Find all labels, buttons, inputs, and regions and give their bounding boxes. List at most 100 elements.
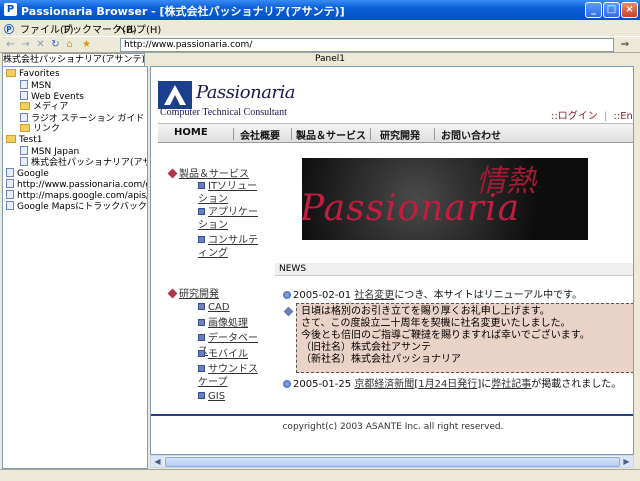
folder-icon (6, 135, 16, 143)
web-content: Passionaria Computer Technical Consultan… (150, 66, 634, 455)
page-icon (20, 113, 28, 122)
tab-sidebar[interactable]: 株式会社パッショナリア(アサンテ) (2, 53, 145, 66)
scroll-thumb[interactable] (165, 457, 620, 467)
square-bullet-icon (198, 236, 205, 243)
copyright-footer: copyright(c) 2003 ASANTE Inc. all right … (282, 422, 504, 432)
square-bullet-icon (198, 350, 205, 357)
address-bar[interactable]: http://www.passionaria.com/ (120, 38, 614, 52)
page-icon (6, 179, 14, 188)
nav-contact[interactable]: お問い合わせ (441, 127, 501, 142)
nav-separator (370, 128, 371, 140)
page-icon (20, 157, 28, 166)
tree-item-favorites[interactable]: Favorites (6, 69, 60, 80)
products-heading[interactable]: 製品＆サービス (167, 165, 249, 180)
scroll-right-icon[interactable]: ▶ (620, 456, 633, 467)
banner-english-text: Passionaria (302, 188, 521, 229)
logo-subtitle: Computer Technical Consultant (160, 107, 287, 118)
tree-item-test1[interactable]: Test1 (6, 135, 42, 146)
nav-separator (291, 128, 292, 140)
horizontal-scrollbar[interactable]: ◀ ▶ (150, 455, 634, 468)
login-link[interactable]: ::ログイン (551, 111, 598, 122)
notice-line: 今後とも倍旧のご指導ご鞭撻を賜りますれば幸いでございます。 (301, 330, 590, 341)
stop-icon[interactable]: ✕ (34, 38, 47, 51)
notice-box: 日頃は格別のお引き立てを賜り厚くお礼申し上げます。 さて、この度設立二十周年を契… (296, 303, 633, 373)
menu-app-icon[interactable]: Ⓟ (4, 21, 14, 36)
rnd-soundscape[interactable]: サウンドスケープ (198, 363, 264, 389)
tree-item-google-r[interactable]: http://www.passionaria.com/google_r (6, 179, 147, 190)
page-icon (6, 190, 14, 199)
tree-item-google[interactable]: Google (6, 168, 49, 179)
product-consulting[interactable]: コンサルティング (198, 234, 264, 260)
link-divider: | (603, 111, 608, 122)
square-bullet-icon (198, 303, 205, 310)
news-bullet-icon (283, 380, 291, 388)
nav-rnd[interactable]: 研究開発 (380, 127, 420, 142)
news-link-newspaper[interactable]: 京都経済新聞 (354, 379, 414, 390)
top-links: ::ログイン | ::English (551, 107, 634, 122)
diamond-icon (167, 288, 178, 299)
diamond-icon (167, 168, 178, 179)
site-logo[interactable]: Passionaria Computer Technical Consultan… (158, 79, 306, 119)
tab-panel1[interactable]: Panel1 (300, 53, 360, 66)
maximize-button[interactable]: □ (603, 2, 620, 18)
tree-item-passionaria[interactable]: 株式会社パッショナリア(アサンテ) (20, 157, 147, 168)
minimize-button[interactable]: _ (585, 2, 602, 18)
tree-item-web-events[interactable]: Web Events (20, 91, 84, 102)
home-icon[interactable]: ⌂ (63, 38, 76, 51)
logo-name: Passionaria (196, 82, 296, 103)
tree-item-links[interactable]: リンク (20, 124, 60, 135)
news-link-issue-date[interactable]: 1月24日発行 (418, 379, 477, 390)
bookmark-tree: Favorites MSN Web Events メディア ラジオ ステーション… (2, 66, 148, 469)
square-bullet-icon (198, 334, 205, 341)
toolbar: ← → ✕ ↻ ⌂ ★ http://www.passionaria.com/ … (0, 36, 640, 53)
product-application[interactable]: アプリケーション (198, 206, 264, 232)
scroll-left-icon[interactable]: ◀ (151, 456, 164, 467)
english-link[interactable]: ::English (614, 111, 634, 122)
title-bar[interactable]: P Passionaria Browser - [株式会社パッショナリア(アサン… (0, 0, 640, 20)
rnd-cad[interactable]: CAD (198, 301, 264, 314)
app-icon: P (4, 3, 17, 16)
nav-home[interactable]: HOME (174, 127, 208, 138)
nav-company[interactable]: 会社概要 (240, 127, 280, 142)
nav-separator (233, 128, 234, 140)
square-bullet-icon (198, 182, 205, 189)
news-link-article[interactable]: 弊社記事 (491, 379, 531, 390)
notice-line: 日頃は格別のお引き立てを賜り厚くお礼申し上げます。 (301, 306, 550, 317)
rnd-gis[interactable]: GIS (198, 390, 264, 403)
refresh-icon[interactable]: ↻ (49, 38, 62, 51)
nav-products[interactable]: 製品＆サービス (296, 127, 366, 142)
tree-item-maps-translate[interactable]: http://maps.google.com/apis/の翻訳 (6, 190, 147, 201)
page-icon (6, 168, 14, 177)
menu-help[interactable]: ヘルプ(H) (116, 21, 161, 36)
square-bullet-icon (198, 365, 205, 372)
footer-divider (151, 414, 633, 416)
rnd-image-processing[interactable]: 画像処理 (198, 317, 264, 330)
news-item-2: 2005-01-25 京都経済新聞[1月24日発行]に弊社記事が掲載されました。 (283, 375, 621, 390)
tree-item-msn-japan[interactable]: MSN Japan (20, 146, 79, 157)
product-it-solution[interactable]: ITソリューション (198, 180, 264, 206)
window-title: Passionaria Browser - [株式会社パッショナリア(アサンテ)… (21, 5, 345, 18)
tree-item-msn[interactable]: MSN (20, 80, 51, 91)
folder-icon (20, 124, 30, 132)
notice-line: さて、この度設立二十周年を契機に社名変更いたしました。 (301, 318, 571, 329)
close-button[interactable]: × (621, 2, 638, 18)
folder-icon (6, 69, 16, 77)
news-item-1: 2005-02-01 社名変更につき、本サイトはリニューアル中です。 (283, 286, 582, 301)
news-header: NEWS (275, 263, 633, 276)
folder-icon (20, 102, 30, 110)
go-icon[interactable]: ⇒ (617, 38, 633, 52)
notice-line: （新社名）株式会社パッショナリア (301, 354, 461, 365)
rnd-mobile[interactable]: モバイル (198, 348, 264, 361)
tree-item-radio[interactable]: ラジオ ステーション ガイド (20, 113, 144, 124)
square-bullet-icon (198, 392, 205, 399)
forward-icon[interactable]: → (19, 38, 32, 51)
tree-item-maps-trackback[interactable]: Google Mapsにトラックバック (6, 201, 147, 212)
rnd-heading[interactable]: 研究開発 (167, 285, 219, 300)
logo-mark-icon (158, 81, 192, 109)
tree-item-media[interactable]: メディア (20, 102, 68, 113)
news-link-name-change[interactable]: 社名変更 (354, 290, 394, 301)
favorites-icon[interactable]: ★ (80, 38, 93, 51)
page-icon (20, 91, 28, 100)
menu-bar: Ⓟ ファイル(F) ブックマーク(B) ヘルプ(H) (0, 20, 640, 36)
back-icon[interactable]: ← (4, 38, 17, 51)
